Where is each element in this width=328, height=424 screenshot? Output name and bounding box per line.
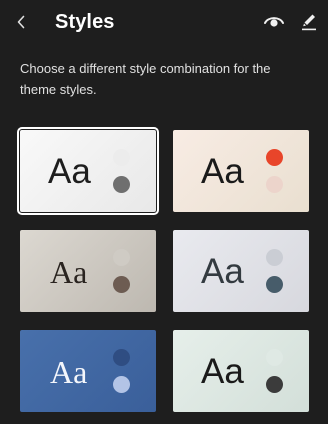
edit-styles-button[interactable] — [297, 12, 321, 36]
chevron-left-icon — [16, 15, 26, 34]
style-sample-text: Aa — [201, 352, 244, 391]
style-sample-text: Aa — [201, 252, 244, 291]
primary-color-swatch — [266, 249, 283, 266]
back-button[interactable] — [10, 12, 32, 36]
page-title: Styles — [55, 11, 115, 33]
style-variation-card[interactable]: Aa — [17, 127, 159, 215]
style-variation-card[interactable]: Aa — [173, 130, 309, 212]
primary-color-swatch — [113, 249, 130, 266]
style-sample-text: Aa — [201, 152, 244, 191]
secondary-color-swatch — [113, 376, 130, 393]
description-text: Choose a different style combination for… — [20, 61, 271, 97]
pencil-icon — [301, 13, 317, 36]
secondary-color-swatch — [113, 176, 130, 193]
primary-color-swatch — [266, 349, 283, 366]
eye-icon — [264, 15, 284, 34]
secondary-color-swatch — [113, 276, 130, 293]
style-sample-text: Aa — [50, 254, 88, 290]
style-variation-card[interactable]: Aa — [20, 330, 156, 412]
style-sample-text: Aa — [50, 354, 88, 390]
styles-panel: Styles Choose a different style combinat… — [0, 0, 328, 424]
secondary-color-swatch — [266, 376, 283, 393]
primary-color-swatch — [113, 149, 130, 166]
preview-button[interactable] — [262, 13, 286, 35]
panel-header: Styles — [0, 0, 328, 48]
secondary-color-swatch — [266, 276, 283, 293]
style-variation-card[interactable]: Aa — [20, 230, 156, 312]
primary-color-swatch — [266, 149, 283, 166]
primary-color-swatch — [113, 349, 130, 366]
style-sample-text: Aa — [48, 152, 91, 191]
style-variation-card[interactable]: Aa — [173, 330, 309, 412]
secondary-color-swatch — [266, 176, 283, 193]
style-variation-card[interactable]: Aa — [173, 230, 309, 312]
